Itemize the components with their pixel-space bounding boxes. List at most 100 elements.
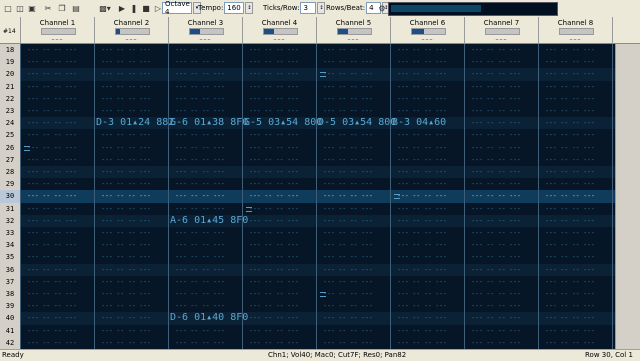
empty-cell[interactable]: --- -- -- --- (545, 339, 595, 347)
channel-header-3[interactable]: Channel 3 ––– (169, 17, 243, 43)
empty-cell[interactable]: --- -- -- --- (27, 58, 77, 66)
empty-cell[interactable]: --- -- -- --- (101, 314, 151, 322)
tempo-spinner[interactable]: ↕ (245, 2, 254, 14)
row-number[interactable]: 37 (0, 275, 21, 288)
empty-cell[interactable]: --- -- -- --- (545, 241, 595, 249)
empty-cell[interactable]: --- -- -- --- (175, 131, 225, 139)
empty-cell[interactable]: --- -- -- --- (545, 217, 595, 225)
channel-header-8[interactable]: Channel 8 ––– (539, 17, 613, 43)
empty-cell[interactable]: --- -- -- --- (323, 327, 373, 335)
empty-cell[interactable]: --- -- -- --- (175, 144, 225, 152)
empty-cell[interactable]: --- -- -- --- (101, 46, 151, 54)
empty-cell[interactable]: --- -- -- --- (101, 107, 151, 115)
empty-cell[interactable]: --- -- -- --- (397, 241, 447, 249)
empty-cell[interactable]: --- -- -- --- (545, 253, 595, 261)
row-number[interactable]: 39 (0, 300, 21, 313)
empty-cell[interactable]: --- -- -- --- (397, 327, 447, 335)
empty-cell[interactable]: --- -- -- --- (101, 302, 151, 310)
empty-cell[interactable]: --- -- -- --- (545, 229, 595, 237)
empty-cell[interactable]: --- -- -- --- (175, 168, 225, 176)
empty-cell[interactable]: --- -- -- --- (175, 290, 225, 298)
empty-cell[interactable]: --- -- -- --- (175, 229, 225, 237)
empty-cell[interactable]: --- -- -- --- (397, 217, 447, 225)
empty-cell[interactable]: --- -- -- --- (471, 241, 521, 249)
empty-cell[interactable]: --- -- -- --- (175, 58, 225, 66)
empty-cell[interactable]: --- -- -- --- (545, 180, 595, 188)
row-number[interactable]: 34 (0, 239, 21, 252)
pause-icon[interactable]: ❚ (128, 2, 140, 14)
empty-cell[interactable]: --- -- -- --- (249, 107, 299, 115)
empty-cell[interactable]: --- -- -- --- (101, 278, 151, 286)
channel-volume[interactable] (411, 28, 446, 35)
note-cell[interactable]: G-6 01▴38 8F0 (170, 117, 248, 128)
empty-cell[interactable]: --- -- -- --- (323, 229, 373, 237)
row-number[interactable]: 18 (0, 44, 21, 57)
empty-cell[interactable]: --- -- -- --- (397, 180, 447, 188)
settings-icon[interactable]: ⚙ (376, 2, 388, 14)
empty-cell[interactable]: --- -- -- --- (27, 131, 77, 139)
play-icon[interactable]: ▶ (116, 2, 128, 14)
empty-cell[interactable]: --- -- -- --- (249, 156, 299, 164)
note-cell[interactable]: A-6 01▴45 8F0 (170, 215, 248, 226)
channel-volume[interactable] (189, 28, 224, 35)
channel-volume[interactable] (559, 28, 594, 35)
empty-cell[interactable]: --- -- -- --- (471, 144, 521, 152)
row-number[interactable]: 27 (0, 153, 21, 166)
empty-cell[interactable]: --- -- -- --- (101, 144, 151, 152)
empty-cell[interactable]: --- -- -- --- (545, 168, 595, 176)
empty-cell[interactable]: --- -- -- --- (249, 168, 299, 176)
empty-cell[interactable]: --- -- -- --- (27, 266, 77, 274)
empty-cell[interactable]: --- -- -- --- (27, 314, 77, 322)
channel-header-5[interactable]: Channel 5 ––– (317, 17, 391, 43)
empty-cell[interactable]: --- -- -- --- (323, 290, 373, 298)
empty-cell[interactable]: --- -- -- --- (249, 205, 299, 213)
empty-cell[interactable]: --- -- -- --- (101, 339, 151, 347)
empty-cell[interactable]: --- -- -- --- (249, 83, 299, 91)
empty-cell[interactable]: --- -- -- --- (545, 327, 595, 335)
row-number[interactable]: 28 (0, 166, 21, 179)
cut-icon[interactable]: ✂ (42, 2, 54, 14)
empty-cell[interactable]: --- -- -- --- (545, 156, 595, 164)
empty-cell[interactable]: --- -- -- --- (471, 278, 521, 286)
empty-cell[interactable]: --- -- -- --- (471, 192, 521, 200)
empty-cell[interactable]: --- -- -- --- (249, 241, 299, 249)
empty-cell[interactable]: --- -- -- --- (249, 327, 299, 335)
empty-cell[interactable]: --- -- -- --- (27, 107, 77, 115)
empty-cell[interactable]: --- -- -- --- (323, 192, 373, 200)
empty-cell[interactable]: --- -- -- --- (101, 290, 151, 298)
empty-cell[interactable]: --- -- -- --- (471, 302, 521, 310)
row-number[interactable]: 29 (0, 178, 21, 191)
empty-cell[interactable]: --- -- -- --- (249, 314, 299, 322)
copy-icon[interactable]: ❐ (56, 2, 68, 14)
empty-cell[interactable]: --- -- -- --- (323, 70, 373, 78)
empty-cell[interactable]: --- -- -- --- (175, 83, 225, 91)
empty-cell[interactable]: --- -- -- --- (175, 192, 225, 200)
empty-cell[interactable]: --- -- -- --- (397, 290, 447, 298)
channel-header-7[interactable]: Channel 7 ––– (465, 17, 539, 43)
empty-cell[interactable]: --- -- -- --- (397, 278, 447, 286)
empty-cell[interactable]: --- -- -- --- (471, 83, 521, 91)
empty-cell[interactable]: --- -- -- --- (471, 327, 521, 335)
tempo-input[interactable]: 160 (224, 2, 245, 14)
empty-cell[interactable]: --- -- -- --- (397, 131, 447, 139)
empty-cell[interactable]: --- -- -- --- (249, 217, 299, 225)
channel-volume[interactable] (41, 28, 76, 35)
empty-cell[interactable]: --- -- -- --- (471, 339, 521, 347)
empty-cell[interactable]: --- -- -- --- (471, 95, 521, 103)
empty-cell[interactable]: --- -- -- --- (545, 95, 595, 103)
empty-cell[interactable]: --- -- -- --- (101, 131, 151, 139)
empty-cell[interactable]: --- -- -- --- (27, 290, 77, 298)
empty-cell[interactable]: --- -- -- --- (545, 107, 595, 115)
empty-cell[interactable]: --- -- -- --- (249, 46, 299, 54)
row-number[interactable]: 33 (0, 227, 21, 240)
empty-cell[interactable]: --- -- -- --- (101, 241, 151, 249)
empty-cell[interactable]: --- -- -- --- (323, 266, 373, 274)
empty-cell[interactable]: --- -- -- --- (471, 314, 521, 322)
empty-cell[interactable]: --- -- -- --- (249, 180, 299, 188)
empty-cell[interactable]: --- -- -- --- (545, 205, 595, 213)
empty-cell[interactable]: --- -- -- --- (323, 339, 373, 347)
row-number[interactable]: 24 (0, 117, 21, 130)
empty-cell[interactable]: --- -- -- --- (471, 229, 521, 237)
row-number[interactable]: 36 (0, 263, 21, 276)
empty-cell[interactable]: --- -- -- --- (323, 180, 373, 188)
